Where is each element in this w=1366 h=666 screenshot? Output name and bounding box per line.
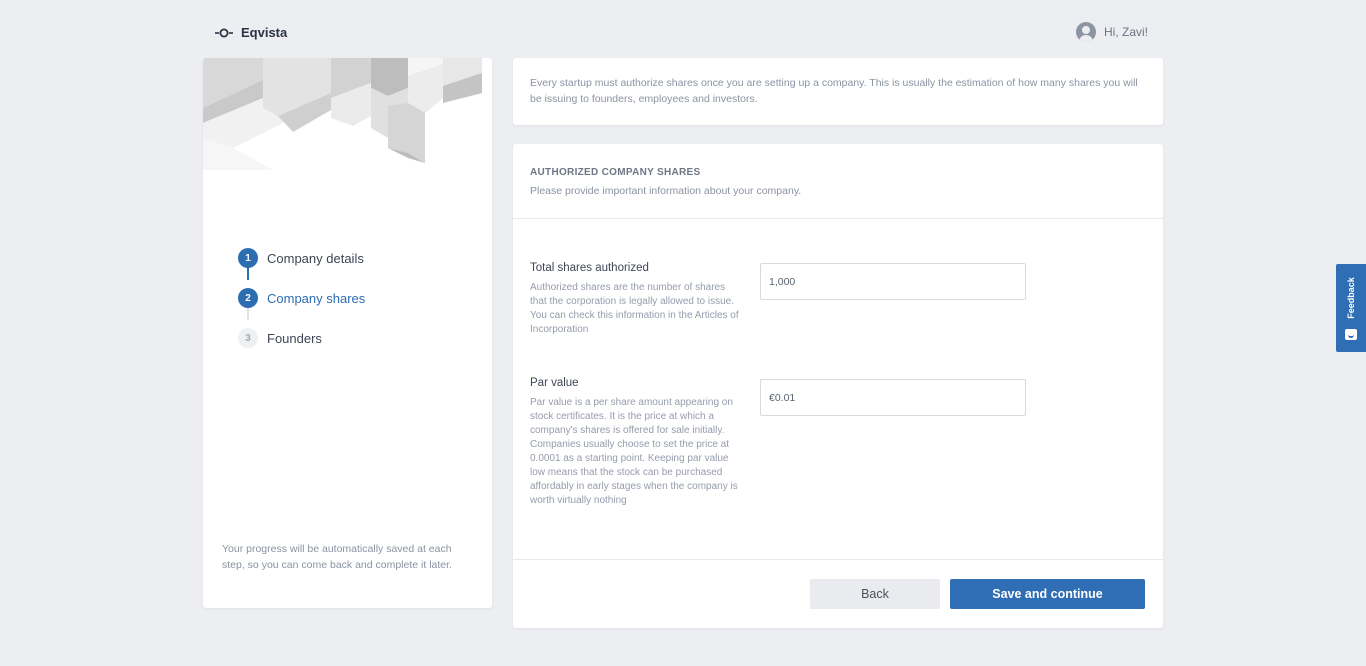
shares-form: AUTHORIZED COMPANY SHARES Please provide…	[513, 144, 1163, 628]
save-and-continue-button[interactable]: Save and continue	[950, 579, 1145, 609]
back-button[interactable]: Back	[810, 579, 940, 609]
top-bar: Eqvista Hi, Zavi!	[0, 0, 1366, 58]
brand-logo[interactable]: Eqvista	[215, 25, 287, 40]
feedback-smile-icon	[1345, 329, 1357, 340]
brand-name: Eqvista	[241, 25, 288, 40]
par-value-input[interactable]	[760, 379, 1026, 416]
step-company-details[interactable]: 1 Company details	[238, 238, 365, 278]
total-shares-help: Authorized shares are the number of shar…	[530, 282, 739, 335]
steps-panel: 1 Company details 2 Company shares 3 Fou…	[203, 58, 492, 608]
form-title: AUTHORIZED COMPANY SHARES	[530, 167, 701, 178]
step-company-shares[interactable]: 2 Company shares	[238, 278, 365, 318]
stepper: 1 Company details 2 Company shares 3 Fou…	[238, 238, 365, 358]
step-label: Founders	[267, 330, 322, 346]
step-number: 3	[238, 328, 258, 348]
step-number: 1	[238, 248, 258, 268]
intro-card: Every startup must authorize shares once…	[513, 58, 1163, 125]
feedback-tab[interactable]: Feedback	[1336, 264, 1366, 352]
intro-text: Every startup must authorize shares once…	[530, 77, 1138, 105]
total-shares-input[interactable]	[760, 263, 1026, 300]
step-founders[interactable]: 3 Founders	[238, 318, 365, 358]
form-header: AUTHORIZED COMPANY SHARES Please provide…	[513, 144, 1163, 219]
eqvista-logo-icon	[215, 26, 233, 40]
user-greeting: Hi, Zavi!	[1104, 25, 1149, 39]
step-number: 2	[238, 288, 258, 308]
step-label: Company details	[267, 250, 364, 266]
feedback-label: Feedback	[1346, 277, 1356, 319]
autosave-note: Your progress will be automatically save…	[222, 543, 452, 571]
total-shares-label: Total shares authorized	[530, 262, 649, 274]
hero-illustration	[203, 58, 492, 208]
form-subtitle: Please provide important information abo…	[530, 185, 802, 197]
form-footer-divider	[513, 559, 1163, 560]
step-label: Company shares	[267, 290, 366, 306]
avatar-icon	[1076, 22, 1096, 42]
par-value-help: Par value is a per share amount appearin…	[530, 397, 738, 506]
user-menu[interactable]: Hi, Zavi!	[1076, 22, 1148, 42]
par-value-label: Par value	[530, 377, 579, 389]
